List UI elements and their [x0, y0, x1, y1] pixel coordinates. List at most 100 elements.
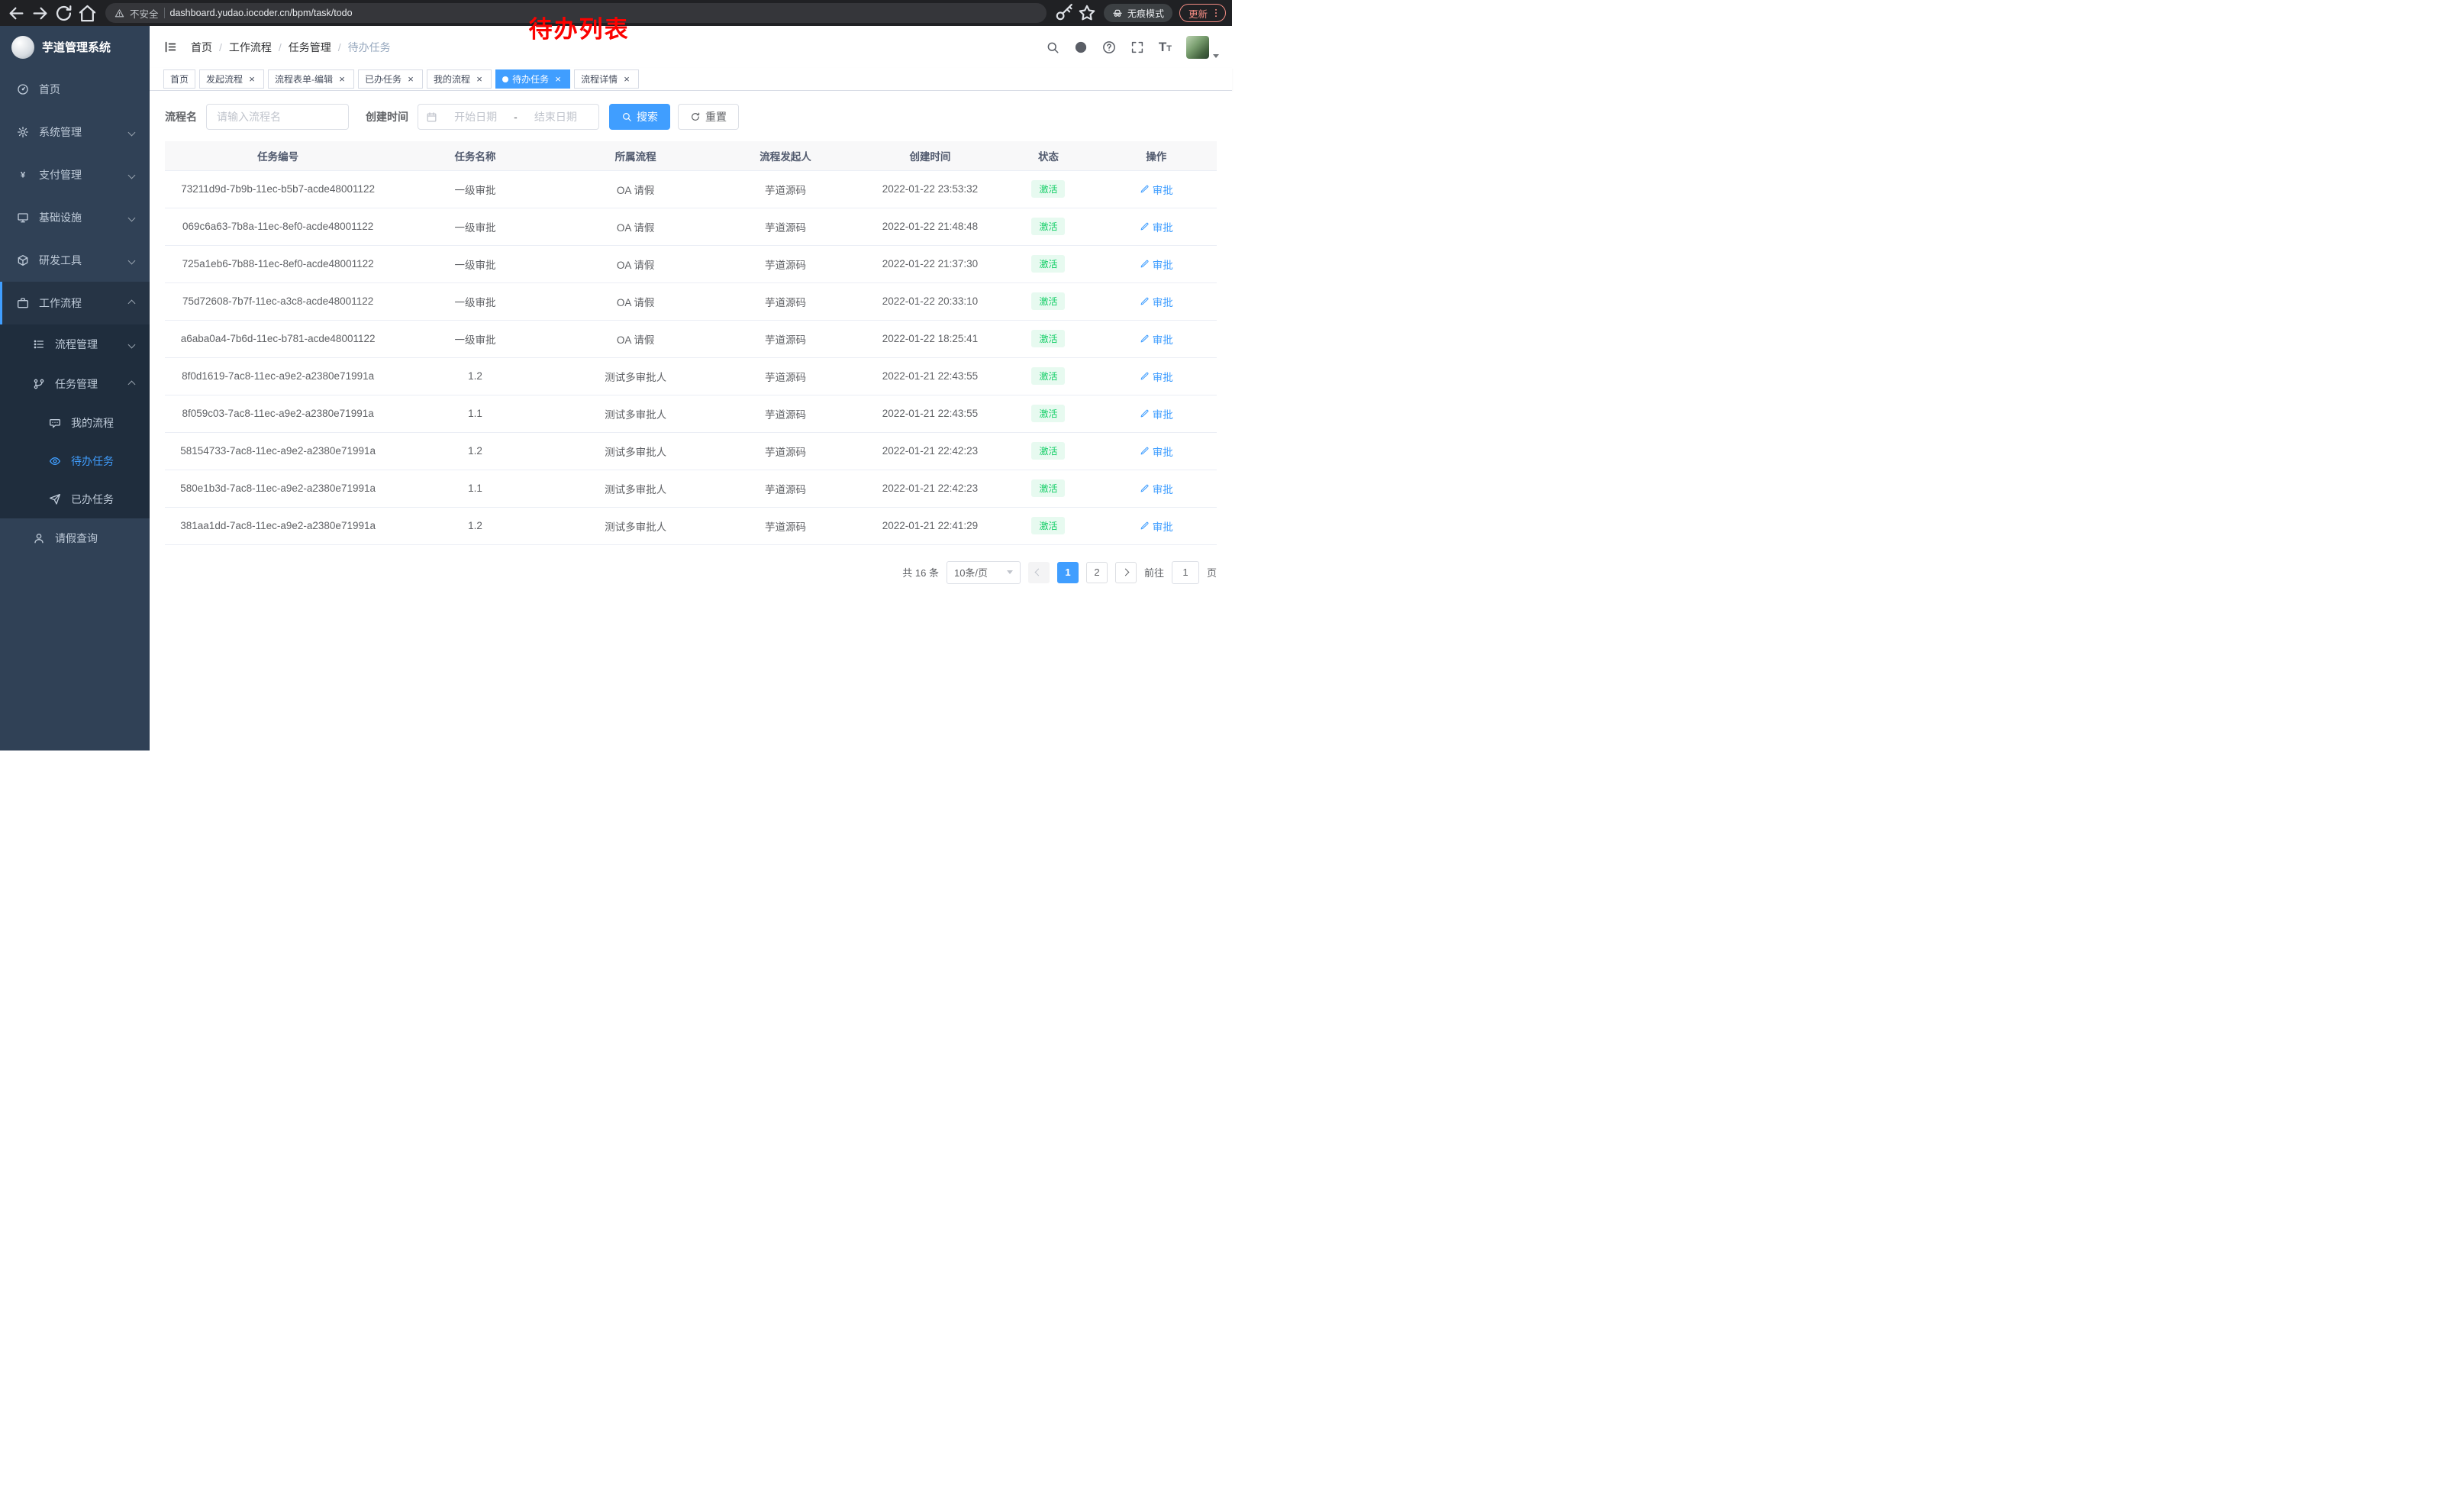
status-badge: 激活 — [1031, 180, 1065, 198]
list-icon — [32, 338, 46, 350]
table-row: 069c6a63-7b8a-11ec-8ef0-acde48001122一级审批… — [165, 208, 1217, 245]
sidebar-item[interactable]: 首页 — [0, 68, 150, 111]
tab-close-icon[interactable]: × — [247, 74, 257, 85]
refresh-icon — [690, 111, 701, 122]
tab-close-icon[interactable]: × — [337, 74, 347, 85]
tab-close-icon[interactable]: × — [474, 74, 485, 85]
sidebar-item[interactable]: ¥支付管理 — [0, 153, 150, 196]
browser-home-icon[interactable] — [77, 3, 98, 24]
tab-label: 发起流程 — [206, 73, 243, 86]
security-label[interactable]: 不安全 — [130, 6, 159, 21]
user-avatar[interactable] — [1186, 36, 1209, 59]
font-size-icon[interactable]: TT — [1159, 40, 1172, 55]
next-page-button[interactable] — [1115, 562, 1137, 583]
task-name: 1.1 — [391, 395, 559, 432]
more-vertical-icon[interactable] — [1211, 8, 1221, 18]
update-label: 更新 — [1188, 6, 1208, 21]
task-name: 1.2 — [391, 357, 559, 395]
sidebar-item[interactable]: 已办任务 — [0, 480, 150, 518]
approve-link[interactable]: 审批 — [1140, 182, 1173, 197]
create-time: 2022-01-21 22:42:23 — [859, 470, 1001, 507]
chevron-down-icon — [128, 214, 136, 221]
approve-link[interactable]: 审批 — [1140, 331, 1173, 347]
page-number-button[interactable]: 2 — [1086, 562, 1108, 583]
approve-link[interactable]: 审批 — [1140, 518, 1173, 534]
browser-reload-icon[interactable] — [53, 3, 74, 24]
bookmark-star-icon[interactable] — [1077, 3, 1097, 23]
prev-page-button[interactable] — [1028, 562, 1050, 583]
sidebar-item-label: 我的流程 — [71, 415, 114, 431]
password-key-icon[interactable] — [1054, 3, 1074, 23]
create-time: 2022-01-22 18:25:41 — [859, 320, 1001, 357]
process-name-input[interactable] — [206, 104, 349, 130]
approve-link[interactable]: 审批 — [1140, 257, 1173, 272]
page-size-select[interactable]: 10条/页 — [947, 561, 1021, 584]
sidebar-item[interactable]: 请假查询 — [0, 518, 150, 558]
view-tab[interactable]: 我的流程× — [427, 69, 492, 89]
sidebar-collapse-icon[interactable] — [163, 40, 178, 54]
briefcase-icon — [16, 297, 30, 309]
edit-icon — [1140, 408, 1150, 418]
page-unit-label: 页 — [1207, 565, 1217, 579]
breadcrumb-item[interactable]: 任务管理 — [289, 40, 331, 55]
tags-bar: 首页发起流程×流程表单-编辑×已办任务×我的流程×待办任务×流程详情× — [150, 68, 1232, 91]
goto-page-input[interactable] — [1172, 561, 1199, 584]
task-id: 73211d9d-7b9b-11ec-b5b7-acde48001122 — [165, 170, 391, 208]
table-row: 381aa1dd-7ac8-11ec-a9e2-a2380e71991a1.2测… — [165, 507, 1217, 544]
initiator-name: 芋道源码 — [712, 208, 859, 245]
sidebar-item[interactable]: 待办任务 — [0, 442, 150, 480]
approve-link-label: 审批 — [1153, 444, 1173, 459]
action-cell: 审批 — [1095, 395, 1217, 432]
approve-link-label: 审批 — [1153, 518, 1173, 534]
sidebar-item[interactable]: 我的流程 — [0, 404, 150, 442]
create-time: 2022-01-21 22:43:55 — [859, 395, 1001, 432]
tab-close-icon[interactable]: × — [553, 74, 563, 85]
approve-link[interactable]: 审批 — [1140, 444, 1173, 459]
status-cell: 激活 — [1001, 282, 1095, 320]
tab-close-icon[interactable]: × — [621, 74, 632, 85]
approve-link[interactable]: 审批 — [1140, 481, 1173, 496]
approve-link[interactable]: 审批 — [1140, 219, 1173, 234]
column-header: 流程发起人 — [712, 141, 859, 170]
date-range-picker[interactable]: 开始日期 - 结束日期 — [418, 104, 599, 130]
search-button[interactable]: 搜索 — [609, 104, 670, 130]
approve-link[interactable]: 审批 — [1140, 294, 1173, 309]
create-time: 2022-01-22 21:48:48 — [859, 208, 1001, 245]
task-name: 一级审批 — [391, 208, 559, 245]
browser-back-icon[interactable] — [6, 3, 27, 24]
search-icon[interactable] — [1046, 40, 1059, 54]
tab-close-icon[interactable]: × — [405, 74, 416, 85]
chevron-down-icon — [128, 128, 136, 136]
view-tab[interactable]: 首页 — [163, 69, 195, 89]
sidebar-item[interactable]: 研发工具 — [0, 239, 150, 282]
sidebar-item[interactable]: 系统管理 — [0, 111, 150, 153]
sidebar-item[interactable]: 流程管理 — [0, 324, 150, 364]
github-icon[interactable] — [1074, 40, 1088, 54]
view-tab[interactable]: 流程表单-编辑× — [268, 69, 354, 89]
breadcrumb-item[interactable]: 工作流程 — [229, 40, 272, 55]
process-name: OA 请假 — [560, 170, 712, 208]
view-tab[interactable]: 待办任务 × — [495, 69, 570, 89]
approve-link[interactable]: 审批 — [1140, 369, 1173, 384]
fullscreen-icon[interactable] — [1130, 40, 1144, 54]
reset-button[interactable]: 重置 — [678, 104, 739, 130]
sidebar-item[interactable]: 任务管理 — [0, 364, 150, 404]
initiator-name: 芋道源码 — [712, 282, 859, 320]
incognito-label: 无痕模式 — [1127, 7, 1164, 20]
tab-label: 待办任务 — [512, 73, 549, 86]
help-icon[interactable] — [1102, 40, 1116, 54]
edit-icon — [1140, 296, 1150, 306]
status-badge: 激活 — [1031, 218, 1065, 235]
select-caret-icon — [1007, 570, 1013, 574]
breadcrumb-item[interactable]: 首页 — [191, 40, 212, 55]
view-tab[interactable]: 已办任务× — [358, 69, 423, 89]
approve-link[interactable]: 审批 — [1140, 406, 1173, 421]
browser-update-button[interactable]: 更新 — [1179, 4, 1226, 22]
browser-forward-icon[interactable] — [30, 3, 50, 24]
view-tab[interactable]: 流程详情× — [574, 69, 639, 89]
sidebar-item[interactable]: 基础设施 — [0, 196, 150, 239]
view-tab[interactable]: 发起流程 × — [199, 69, 264, 89]
sidebar-item[interactable]: 工作流程 — [0, 282, 150, 324]
page-number-button[interactable]: 1 — [1057, 562, 1079, 583]
status-cell: 激活 — [1001, 320, 1095, 357]
